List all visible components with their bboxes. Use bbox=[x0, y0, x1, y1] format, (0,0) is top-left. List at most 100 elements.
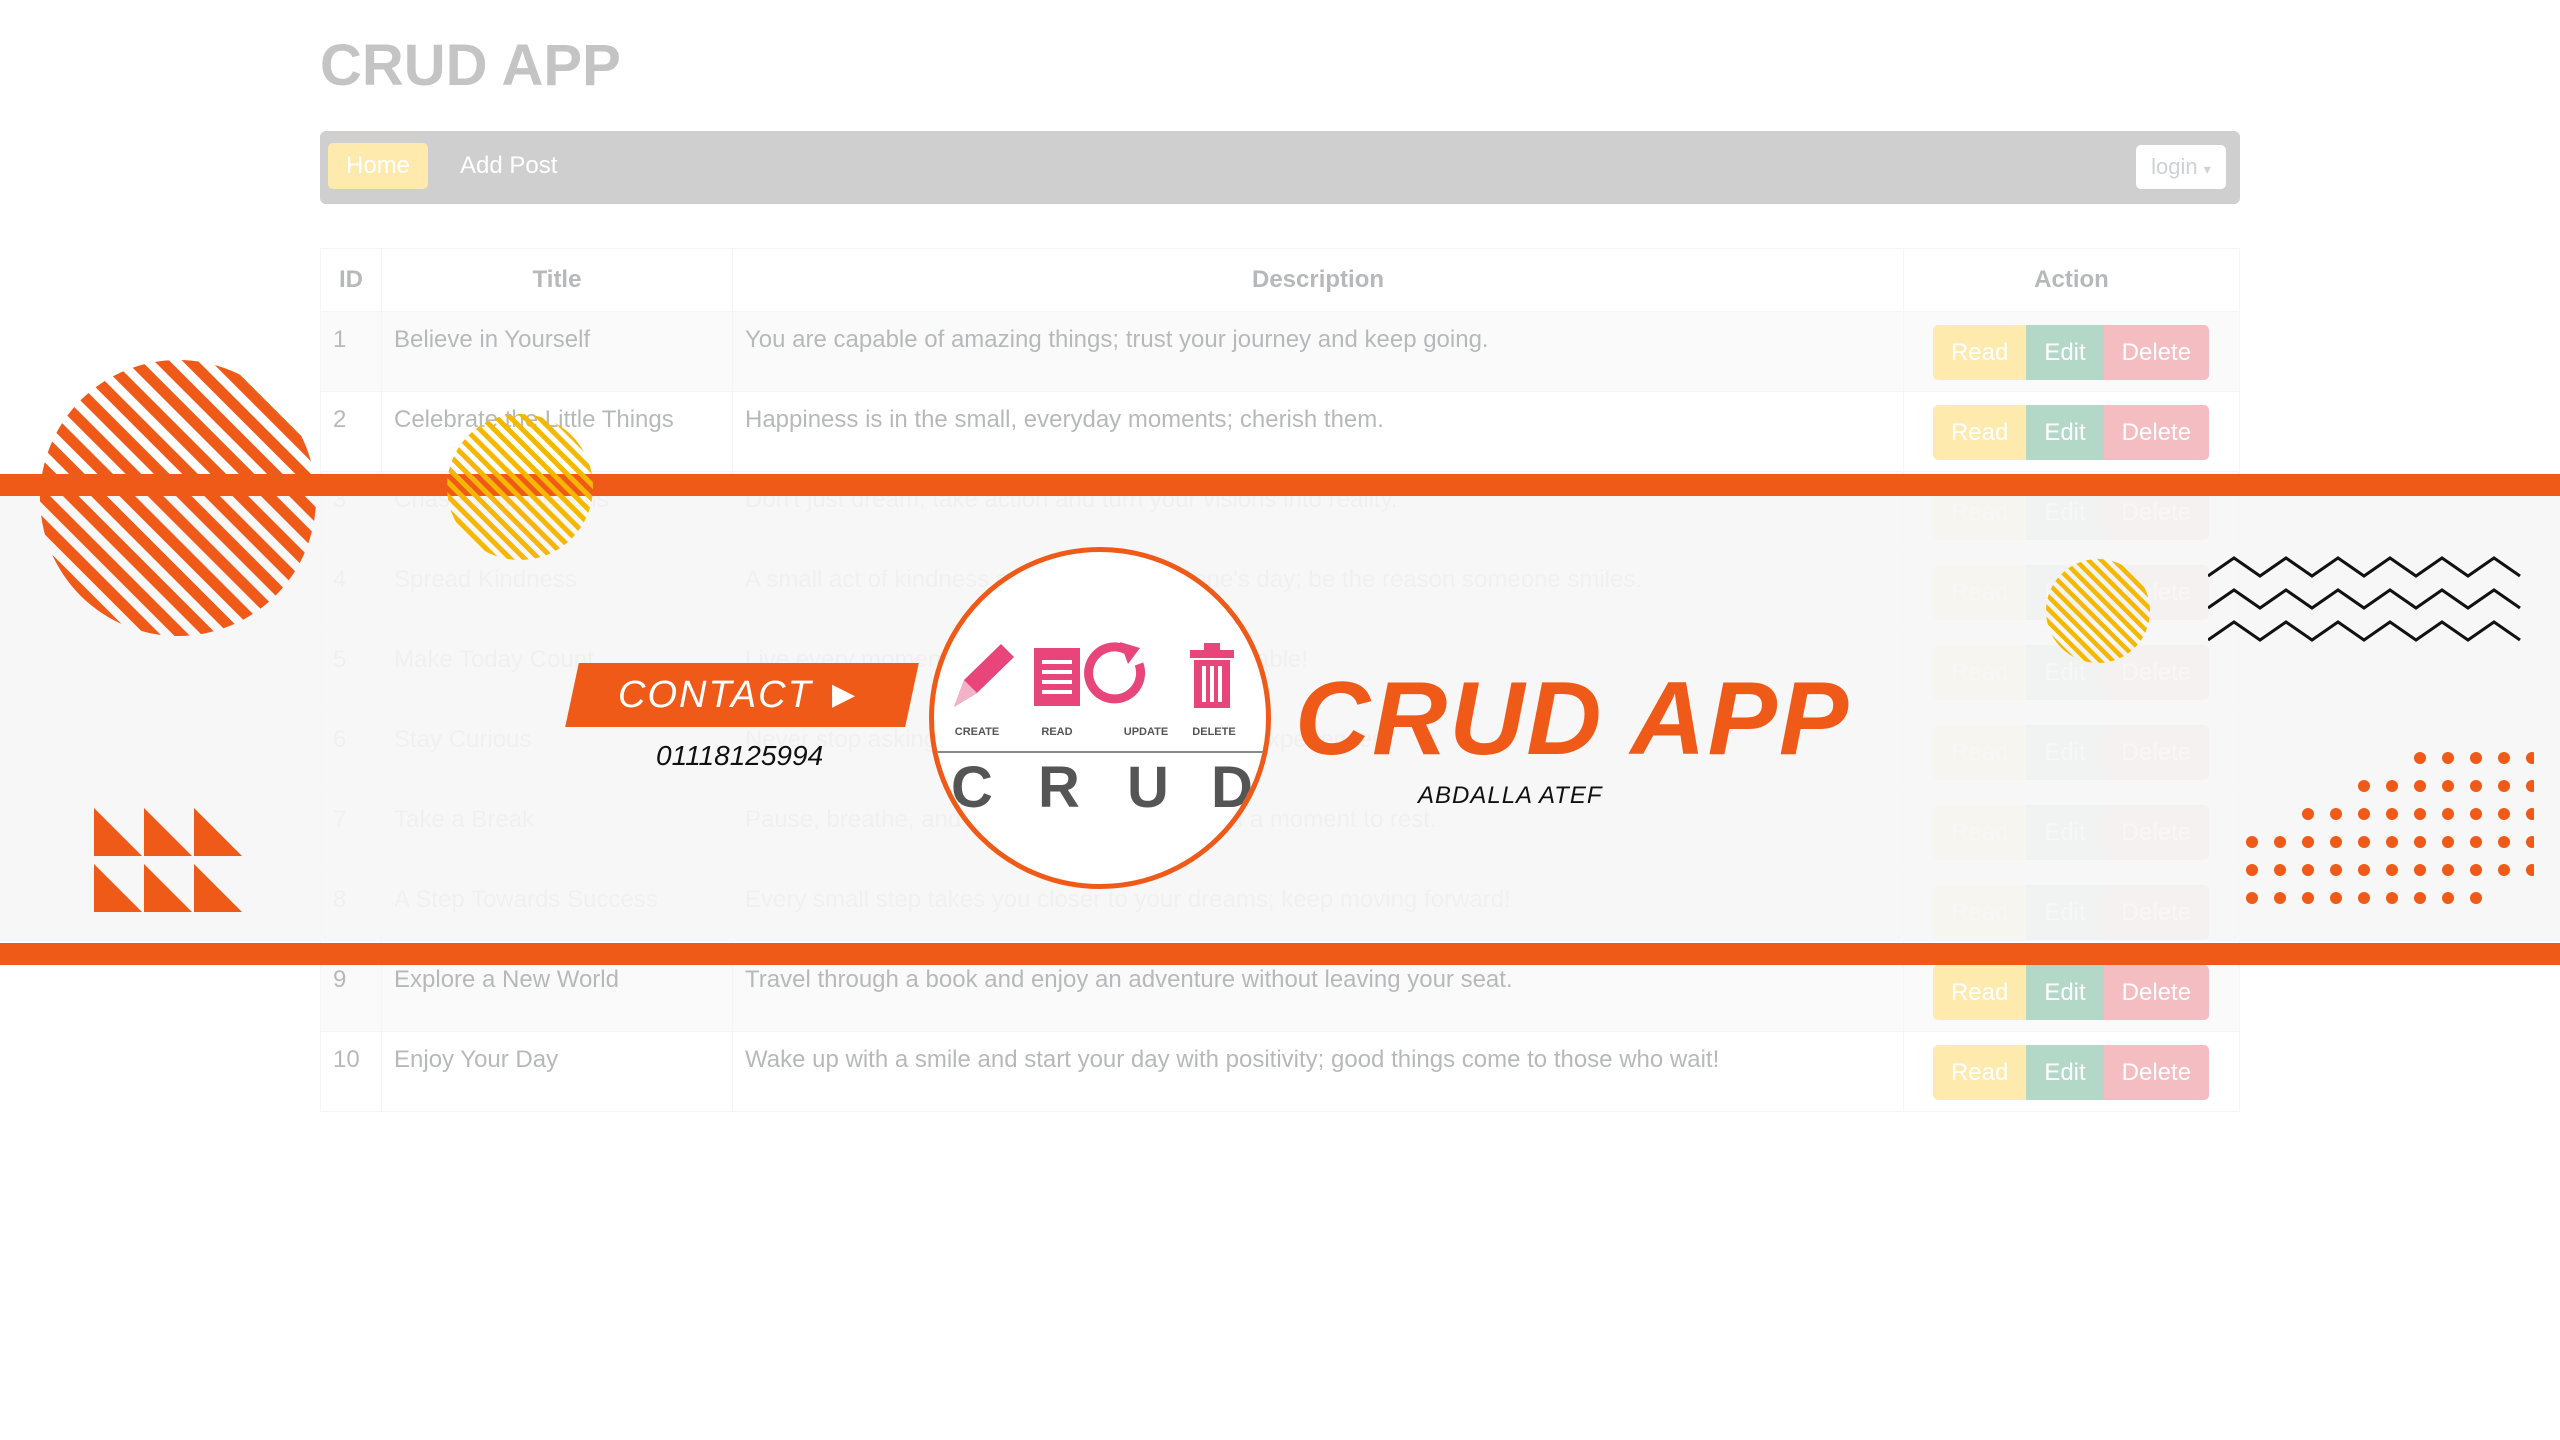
decor-dot bbox=[2470, 892, 2482, 904]
decor-dot bbox=[2358, 808, 2370, 820]
decor-dot bbox=[2442, 892, 2454, 904]
edit-button[interactable]: Edit bbox=[2026, 965, 2104, 1020]
read-button[interactable]: Read bbox=[1932, 325, 2027, 380]
striped-circle-yellow-small bbox=[2046, 559, 2150, 663]
cell-title: Believe in Yourself bbox=[381, 311, 733, 392]
crud-logo-circle: CREATE READ UPDATE DELETE C R U D bbox=[929, 547, 1271, 889]
decor-dot bbox=[2386, 892, 2398, 904]
decor-dot bbox=[2358, 864, 2370, 876]
read-button[interactable]: Read bbox=[1932, 405, 2027, 460]
decor-dot bbox=[2526, 752, 2534, 764]
cell-id: 1 bbox=[320, 311, 382, 392]
table-row: 1 Believe in Yourself You are capable of a… bbox=[320, 311, 2240, 392]
decor-dot bbox=[2498, 780, 2510, 792]
decor-dot bbox=[2330, 836, 2342, 848]
pencil-icon bbox=[954, 644, 1014, 707]
app-title: CRUD APP bbox=[320, 33, 621, 98]
crud-label-read: READ bbox=[1041, 726, 1073, 738]
decor-dot bbox=[2526, 836, 2534, 848]
decor-dot bbox=[2358, 892, 2370, 904]
decor-dot bbox=[2470, 836, 2482, 848]
nav-add-post-link[interactable]: Add Post bbox=[460, 143, 557, 189]
document-icon bbox=[1034, 648, 1080, 706]
top-stripe bbox=[0, 474, 2560, 496]
banner-band bbox=[0, 494, 2560, 941]
decor-dot bbox=[2442, 752, 2454, 764]
decor-dot bbox=[2330, 864, 2342, 876]
play-arrow-icon: ▶ bbox=[832, 678, 856, 711]
caret-down-icon: ▾ bbox=[2203, 161, 2211, 177]
decor-dot bbox=[2302, 836, 2314, 848]
crud-letter-r: R bbox=[1038, 755, 1080, 820]
crud-label-update: UPDATE bbox=[1123, 726, 1169, 738]
read-button[interactable]: Read bbox=[1932, 1045, 2027, 1100]
decor-dot bbox=[2498, 752, 2510, 764]
header-description: Description bbox=[732, 248, 1904, 312]
decor-dot bbox=[2470, 808, 2482, 820]
triangle-grid bbox=[94, 808, 242, 912]
crud-label-delete: DELETE bbox=[1192, 726, 1236, 738]
login-dropdown[interactable]: login ▾ bbox=[2136, 145, 2226, 189]
cell-description: Happiness is in the small, everyday mome… bbox=[732, 391, 1904, 472]
edit-button[interactable]: Edit bbox=[2026, 1045, 2104, 1100]
crud-label-create: CREATE bbox=[954, 726, 1000, 738]
decor-dot bbox=[2386, 864, 2398, 876]
delete-button[interactable]: Delete bbox=[2103, 1045, 2210, 1100]
decor-dot bbox=[2414, 836, 2426, 848]
cell-title: Enjoy Your Day bbox=[381, 1031, 733, 1112]
decor-dot bbox=[2274, 864, 2286, 876]
decor-dot bbox=[2470, 780, 2482, 792]
decor-dot bbox=[2302, 808, 2314, 820]
decor-dot bbox=[2498, 864, 2510, 876]
decor-dot bbox=[2442, 808, 2454, 820]
decor-dot bbox=[2442, 836, 2454, 848]
decor-dot bbox=[2246, 892, 2258, 904]
cell-id: 2 bbox=[320, 391, 382, 472]
decor-dot bbox=[2358, 836, 2370, 848]
author-name: ABDALLA ATEF bbox=[1418, 782, 1603, 809]
read-button[interactable]: Read bbox=[1932, 965, 2027, 1020]
table-row: 2Celebrate the Little ThingsHappiness is… bbox=[320, 391, 2240, 472]
crud-letter-d: D bbox=[1211, 755, 1253, 820]
decor-dot bbox=[2414, 752, 2426, 764]
login-label: login bbox=[2151, 154, 2198, 179]
header-title: Title bbox=[381, 248, 733, 312]
cell-description: You are capable of amazing things; trust… bbox=[732, 311, 1904, 392]
decor-dot bbox=[2414, 780, 2426, 792]
decor-dot bbox=[2470, 864, 2482, 876]
decor-dot bbox=[2302, 864, 2314, 876]
decor-dot bbox=[2442, 864, 2454, 876]
zigzag-lines bbox=[2208, 556, 2521, 642]
delete-button[interactable]: Delete bbox=[2103, 325, 2210, 380]
cell-actions: ReadEditDelete bbox=[1903, 1031, 2240, 1112]
header-id: ID bbox=[320, 248, 382, 312]
decor-dot bbox=[2386, 836, 2398, 848]
crud-letter-u: U bbox=[1127, 755, 1169, 820]
brand-title: CRUD APP bbox=[1295, 661, 1851, 777]
decor-dot bbox=[2414, 892, 2426, 904]
decor-dot bbox=[2274, 836, 2286, 848]
delete-button[interactable]: Delete bbox=[2103, 965, 2210, 1020]
striped-circle-orange bbox=[40, 360, 316, 636]
decor-dot bbox=[2498, 808, 2510, 820]
bottom-stripe bbox=[0, 943, 2560, 965]
decor-dot bbox=[2498, 836, 2510, 848]
decor-dot bbox=[2414, 864, 2426, 876]
nav-home-link[interactable]: Home bbox=[328, 143, 428, 189]
table-row: 10 Enjoy Your Day Wake up with a smile and… bbox=[320, 1031, 2240, 1112]
contact-button[interactable]: CONTACT bbox=[618, 663, 813, 727]
edit-button[interactable]: Edit bbox=[2026, 405, 2104, 460]
delete-button[interactable]: Delete bbox=[2103, 405, 2210, 460]
header-action: Action bbox=[1903, 248, 2240, 312]
cell-id: 10 bbox=[320, 1031, 382, 1112]
decor-dot bbox=[2442, 780, 2454, 792]
navbar: Home Add Post login ▾ bbox=[320, 131, 2240, 204]
decor-dot bbox=[2246, 836, 2258, 848]
decor-dot bbox=[2526, 864, 2534, 876]
decor-dot bbox=[2386, 780, 2398, 792]
decor-dot bbox=[2470, 752, 2482, 764]
phone-number: 01118125994 bbox=[656, 740, 824, 771]
cell-description: Wake up with a smile and start your day … bbox=[732, 1031, 1904, 1112]
decor-dot bbox=[2302, 892, 2314, 904]
edit-button[interactable]: Edit bbox=[2026, 325, 2104, 380]
